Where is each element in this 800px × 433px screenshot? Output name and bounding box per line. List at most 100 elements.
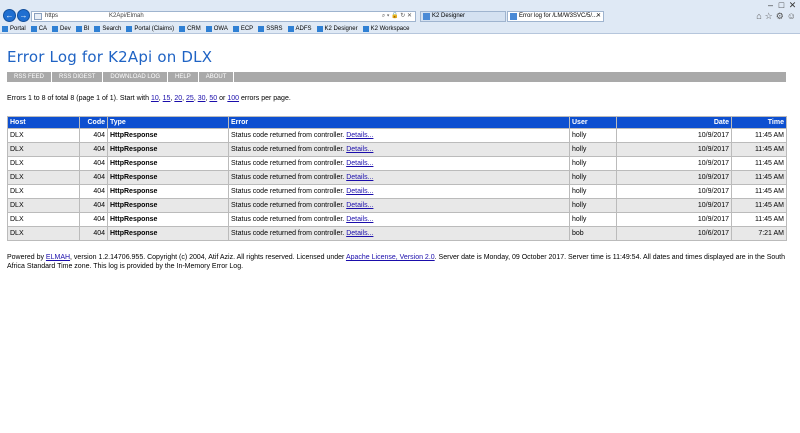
favorite-item[interactable]: CA — [30, 24, 47, 34]
favorite-icon — [179, 26, 186, 32]
elmah-link[interactable]: ELMAH — [46, 254, 70, 261]
tab-k2-designer[interactable]: K2 Designer — [420, 11, 506, 22]
cell-error: Status code returned from controller. De… — [228, 226, 570, 241]
page-size-link[interactable]: 10 — [151, 95, 159, 102]
details-link[interactable]: Details... — [346, 202, 373, 209]
favorite-item[interactable]: Search — [94, 24, 121, 34]
browser-tools: ⌂ ☆ ⚙ ☺ — [753, 11, 796, 22]
refresh-icon[interactable]: ↻ — [400, 13, 405, 19]
favorite-item[interactable]: Portal — [2, 24, 26, 34]
cell-time: 11:45 AM — [731, 156, 787, 171]
page-size-link[interactable]: 50 — [209, 95, 217, 102]
details-link[interactable]: Details... — [346, 146, 373, 153]
site-favicon-icon — [34, 13, 42, 20]
dropdown-icon[interactable]: ▾ — [387, 13, 390, 19]
favorite-item[interactable]: ECP — [232, 24, 253, 34]
forward-button[interactable]: → — [17, 9, 30, 22]
cell-code: 404 — [79, 184, 108, 199]
page-title: Error Log for K2Api on DLX — [7, 48, 213, 66]
speedbar-link-about[interactable]: ABOUT — [199, 72, 235, 82]
cell-type: HttpResponse — [107, 212, 229, 227]
address-bar[interactable]: https K2Api/Elmah ⌕ ▾ 🔒 ↻ ✕ — [31, 11, 416, 22]
favorite-item[interactable]: Portal (Claims) — [126, 24, 174, 34]
cell-host: DLX — [7, 226, 80, 241]
cell-host: DLX — [7, 128, 80, 143]
home-icon[interactable]: ⌂ — [756, 11, 761, 21]
cell-time: 11:45 AM — [731, 142, 787, 157]
page-size-link[interactable]: 20 — [174, 95, 182, 102]
details-link[interactable]: Details... — [346, 230, 373, 237]
favorite-item[interactable]: SSRS — [258, 24, 283, 34]
summary-or: or — [219, 95, 226, 102]
favorite-item[interactable]: K2 Workspace — [362, 24, 409, 34]
details-link[interactable]: Details... — [346, 216, 373, 223]
cell-error: Status code returned from controller. De… — [228, 170, 570, 185]
close-window-icon[interactable]: ✕ — [787, 0, 798, 10]
favorite-label: SSRS — [266, 26, 283, 32]
page-size-link[interactable]: 15 — [163, 95, 171, 102]
favorite-item[interactable]: OWA — [205, 24, 228, 34]
search-icon[interactable]: ⌕ — [382, 13, 385, 19]
cell-time: 11:45 AM — [731, 170, 787, 185]
details-link[interactable]: Details... — [346, 188, 373, 195]
cell-type: HttpResponse — [107, 156, 229, 171]
address-prefix: https — [45, 13, 59, 19]
favorite-item[interactable]: ADFS — [287, 24, 312, 34]
details-link[interactable]: Details... — [346, 174, 373, 181]
gear-icon[interactable]: ⚙ — [776, 11, 784, 21]
cell-code: 404 — [79, 170, 108, 185]
table-row: DLX 404 HttpResponse Status code returned f… — [7, 198, 787, 213]
stop-icon[interactable]: ✕ — [407, 13, 412, 19]
tab-error-log[interactable]: Error log for /LM/W3SVC/5/... ✕ — [507, 11, 604, 22]
maximize-icon[interactable]: □ — [776, 0, 787, 10]
forward-arrow-icon: → — [19, 11, 28, 20]
page-size-link[interactable]: 30 — [198, 95, 206, 102]
page-size-link[interactable]: 25 — [186, 95, 194, 102]
window-controls: – □ ✕ — [765, 0, 798, 11]
favorite-icon — [258, 26, 265, 32]
speedbar-link-help[interactable]: HELP — [168, 72, 199, 82]
lock-icon[interactable]: 🔒 — [391, 13, 398, 19]
favorite-item[interactable]: K2 Designer — [316, 24, 358, 34]
cell-date: 10/9/2017 — [616, 128, 732, 143]
favorite-label: Portal (Claims) — [134, 26, 175, 32]
favorite-label: Dev — [60, 26, 71, 32]
cell-date: 10/6/2017 — [616, 226, 732, 241]
cell-error: Status code returned from controller. De… — [228, 212, 570, 227]
error-message: Status code returned from controller. — [231, 202, 345, 209]
cell-date: 10/9/2017 — [616, 212, 732, 227]
cell-host: DLX — [7, 212, 80, 227]
speedbar-link-rss-digest[interactable]: RSS DIGEST — [52, 72, 104, 82]
favorite-icon — [205, 26, 212, 32]
cell-time: 11:45 AM — [731, 128, 787, 143]
details-link[interactable]: Details... — [346, 160, 373, 167]
table-row: DLX 404 HttpResponse Status code returned f… — [7, 226, 787, 241]
minimize-icon[interactable]: – — [765, 0, 776, 10]
cell-host: DLX — [7, 142, 80, 157]
column-header-error: Error — [228, 116, 570, 129]
cell-time: 11:45 AM — [731, 212, 787, 227]
favorite-label: OWA — [213, 26, 228, 32]
cell-code: 404 — [79, 156, 108, 171]
cell-code: 404 — [79, 142, 108, 157]
favorite-item[interactable]: BI — [75, 24, 89, 34]
footer: Powered by ELMAH, version 1.2.14706.955.… — [7, 253, 787, 271]
license-link[interactable]: Apache License, Version 2.0 — [346, 254, 435, 261]
details-link[interactable]: Details... — [346, 132, 373, 139]
column-header-time: Time — [731, 116, 787, 129]
cell-code: 404 — [79, 212, 108, 227]
browser-chrome: – □ ✕ ← → https K2Api/Elmah ⌕ ▾ 🔒 ↻ ✕ K2 D… — [0, 0, 800, 34]
favorite-icon — [52, 26, 59, 32]
favorite-item[interactable]: CRM — [179, 24, 201, 34]
page-size-link-last[interactable]: 100 — [227, 95, 239, 102]
tab-close-icon[interactable]: ✕ — [596, 12, 601, 21]
speedbar: RSS FEED RSS DIGEST DOWNLOAD LOG HELP ABOUT — [7, 72, 786, 82]
back-button[interactable]: ← — [3, 9, 16, 22]
favorite-label: K2 Designer — [324, 26, 358, 32]
smiley-icon[interactable]: ☺ — [787, 11, 796, 21]
favorites-star-icon[interactable]: ☆ — [765, 11, 773, 21]
favorite-icon — [30, 26, 37, 32]
favorite-item[interactable]: Dev — [52, 24, 71, 34]
speedbar-link-rss-feed[interactable]: RSS FEED — [7, 72, 53, 82]
speedbar-link-download-log[interactable]: DOWNLOAD LOG — [103, 72, 169, 82]
